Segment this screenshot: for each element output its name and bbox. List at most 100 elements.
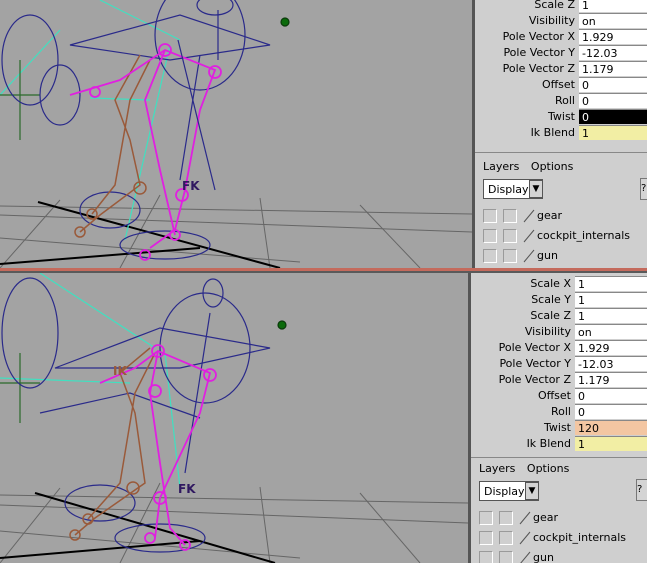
attribute-label: Roll (551, 405, 571, 418)
layer-template-toggle[interactable] (499, 511, 513, 525)
options-menu[interactable]: Options (531, 160, 573, 173)
attribute-row: Roll 0 (475, 93, 647, 109)
attribute-value-field[interactable]: 0 (575, 388, 647, 403)
viewport-bottom[interactable]: IK FK (0, 273, 468, 563)
layer-template-toggle[interactable] (503, 209, 517, 223)
attribute-row: Scale Z 1 (475, 0, 647, 13)
attribute-value-field[interactable]: on (579, 13, 647, 28)
attribute-label: Offset (537, 389, 571, 402)
layers-menu[interactable]: Layers (479, 462, 515, 475)
scene-bottom: IK FK (0, 273, 468, 563)
attribute-value-field[interactable]: 120 (575, 420, 647, 435)
layer-visibility-toggle[interactable] (479, 531, 493, 545)
attribute-label: Twist (548, 110, 575, 123)
layer-color-icon[interactable] (523, 209, 535, 223)
attribute-value-field[interactable]: 1 (575, 276, 647, 291)
layer-color-icon[interactable] (523, 229, 535, 243)
attribute-label: Offset (541, 78, 575, 91)
attribute-value-field[interactable]: 1.179 (579, 61, 647, 76)
attribute-value-field[interactable]: 0 (579, 109, 647, 124)
attribute-value-field[interactable]: 0 (579, 93, 647, 108)
attribute-row: Roll 0 (471, 404, 647, 420)
fk-label: FK (182, 179, 200, 193)
attribute-value-field[interactable]: 0 (575, 404, 647, 419)
attribute-label: Pole Vector Z (498, 373, 571, 386)
attribute-value-field[interactable]: 1 (579, 125, 647, 140)
layer-tool-icon[interactable]: ? (640, 178, 647, 200)
layer-name: gear (537, 209, 563, 222)
attribute-label: Visibility (524, 325, 571, 338)
attribute-row: Scale X 1 (471, 276, 647, 292)
layer-name: gear (533, 511, 559, 524)
attribute-row: Pole Vector Y -12.03 (471, 356, 647, 372)
layer-row[interactable]: gun (471, 548, 647, 563)
attribute-label: Pole Vector Y (499, 357, 571, 370)
attribute-label: Roll (555, 94, 575, 107)
attribute-row: Visibility on (475, 13, 647, 29)
scene-top: FK (0, 0, 472, 268)
attribute-row: Visibility on (471, 324, 647, 340)
layer-color-icon[interactable] (523, 249, 535, 263)
attribute-value-field[interactable]: 1.929 (575, 340, 647, 355)
attribute-label: Pole Vector Z (502, 62, 575, 75)
attribute-label: Scale Z (534, 0, 575, 11)
attribute-value-field[interactable]: -12.03 (575, 356, 647, 371)
layer-name: cockpit_internals (533, 531, 626, 544)
options-menu[interactable]: Options (527, 462, 569, 475)
top-panel: FK Scale Z 1 Visibility on Pole Vector X 1.92… (0, 0, 647, 268)
layer-color-icon[interactable] (519, 531, 531, 545)
layer-color-icon[interactable] (519, 551, 531, 563)
layer-row[interactable]: gear (471, 508, 647, 528)
layer-name: gun (533, 551, 554, 563)
attribute-value-field[interactable]: 1 (575, 292, 647, 307)
layer-visibility-toggle[interactable] (483, 209, 497, 223)
chevron-down-icon[interactable]: ▼ (529, 180, 543, 198)
layer-visibility-toggle[interactable] (479, 551, 493, 563)
layer-name: cockpit_internals (537, 229, 630, 242)
layer-row[interactable]: cockpit_internals (475, 226, 647, 246)
layer-template-toggle[interactable] (503, 229, 517, 243)
layer-row[interactable]: cockpit_internals (471, 528, 647, 548)
viewport-top[interactable]: FK (0, 0, 472, 268)
attribute-label: Ik Blend (530, 126, 575, 139)
layer-visibility-toggle[interactable] (483, 229, 497, 243)
layer-template-toggle[interactable] (503, 249, 517, 263)
layer-name: gun (537, 249, 558, 262)
attribute-value-field[interactable]: 1 (579, 0, 647, 12)
attribute-row: Pole Vector Y -12.03 (475, 45, 647, 61)
attribute-value-field[interactable]: -12.03 (579, 45, 647, 60)
layer-row[interactable]: gear (475, 206, 647, 226)
layers-menubar: Layers Options (475, 158, 647, 176)
attribute-row: Twist 0 (475, 109, 647, 125)
attribute-value-field[interactable]: on (575, 324, 647, 339)
attribute-label: Twist (544, 421, 571, 434)
attribute-row: Pole Vector X 1.929 (471, 340, 647, 356)
pole-lines (0, 0, 181, 241)
layer-color-icon[interactable] (519, 511, 531, 525)
layer-tool-icon[interactable]: ? (636, 479, 647, 501)
attribute-label: Scale Z (530, 309, 571, 322)
layer-row[interactable]: gun (475, 246, 647, 266)
ground-grid (0, 194, 472, 268)
attribute-value-field[interactable]: 1 (575, 436, 647, 451)
layers-menu[interactable]: Layers (483, 160, 519, 173)
attribute-value-field[interactable]: 1.929 (579, 29, 647, 44)
attribute-value-field[interactable]: 0 (579, 77, 647, 92)
layer-visibility-toggle[interactable] (483, 249, 497, 263)
layer-template-toggle[interactable] (499, 551, 513, 563)
fk-label: FK (178, 482, 196, 496)
attribute-value-field[interactable]: 1.179 (575, 372, 647, 387)
attribute-label: Ik Blend (526, 437, 571, 450)
layer-template-toggle[interactable] (499, 531, 513, 545)
attribute-row: Scale Z 1 (471, 308, 647, 324)
attribute-row: Pole Vector Z 1.179 (471, 372, 647, 388)
attribute-label: Pole Vector X (498, 341, 571, 354)
chevron-down-icon[interactable]: ▼ (525, 482, 539, 500)
attribute-row: Pole Vector Z 1.179 (475, 61, 647, 77)
section-divider (471, 457, 647, 458)
attribute-value-field[interactable]: 1 (575, 308, 647, 323)
section-divider (475, 152, 647, 153)
ik-label: IK (113, 364, 127, 378)
attribute-label: Pole Vector X (502, 30, 575, 43)
layer-visibility-toggle[interactable] (479, 511, 493, 525)
